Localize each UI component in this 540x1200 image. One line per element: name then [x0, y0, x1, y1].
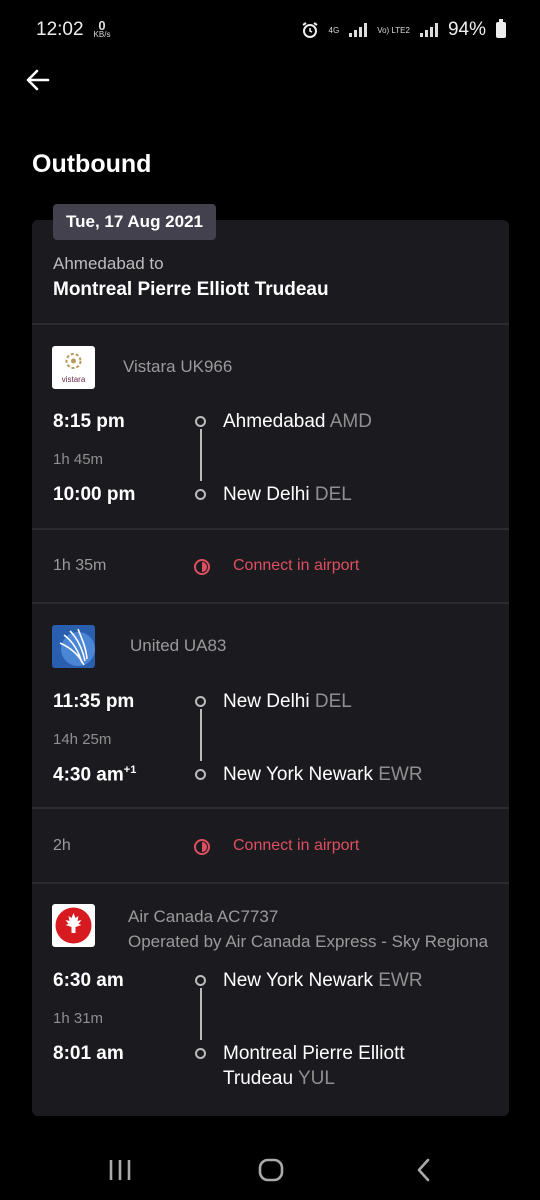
alarm-icon: [301, 22, 318, 38]
svg-text:vistara: vistara: [62, 375, 86, 384]
clock-icon: [194, 559, 210, 575]
day-offset: +1: [123, 764, 137, 776]
itinerary-card: Ahmedabad to Montreal Pierre Elliott Tru…: [32, 220, 509, 1116]
signal-icon-2: [419, 23, 438, 37]
flight-duration: 14h 25m: [53, 731, 112, 748]
arrival-dot: [195, 489, 206, 500]
status-time: 12:02: [36, 19, 84, 40]
air-canada-logo: [52, 904, 95, 947]
divider: [32, 882, 509, 884]
departure-time: 11:35 pm: [53, 691, 135, 712]
departure-dot: [195, 975, 206, 986]
departure-time: 8:15 pm: [53, 411, 125, 432]
arrival-airport: New York Newark EWR: [223, 764, 423, 785]
layover-duration: 1h 35m: [53, 557, 107, 574]
connect-in-airport-link[interactable]: Connect in airport: [233, 837, 359, 855]
departure-dot: [195, 696, 206, 707]
layover-duration: 2h: [53, 837, 71, 854]
back-arrow-icon[interactable]: [24, 66, 52, 94]
signal-icon: [349, 23, 368, 37]
flight-duration: 1h 31m: [53, 1010, 104, 1027]
recent-apps-icon[interactable]: [90, 1130, 150, 1200]
clock-icon: [194, 839, 210, 855]
vistara-logo: vistara: [52, 346, 95, 389]
flight-duration: 1h 45m: [53, 451, 104, 468]
divider: [32, 323, 509, 325]
battery-icon: [496, 19, 506, 38]
arrival-dot: [195, 1048, 206, 1059]
home-icon[interactable]: [241, 1130, 301, 1200]
departure-airport: New Delhi DEL: [223, 691, 352, 712]
arrival-time: 8:01 am: [53, 1043, 124, 1064]
departure-airport: Ahmedabad AMD: [223, 411, 372, 432]
page-title: Outbound: [32, 150, 152, 178]
arrival-airport: New Delhi DEL: [223, 484, 352, 505]
departure-dot: [195, 416, 206, 427]
route-line: [200, 429, 202, 481]
departure-airport: New York Newark EWR: [223, 970, 423, 991]
route-line: [200, 709, 202, 761]
date-badge: Tue, 17 Aug 2021: [53, 204, 216, 240]
route-destination: Montreal Pierre Elliott Trudeau: [53, 279, 329, 300]
operated-by: Operated by Air Canada Express - Sky Reg…: [128, 932, 489, 951]
airline-name: Vistara UK966: [123, 357, 233, 376]
network-speed: 0 KB/s: [93, 18, 111, 39]
airline-name: United UA83: [130, 636, 227, 655]
divider: [32, 807, 509, 809]
status-bar: 12:02 0 KB/s 4G Vo) LTE2 94%: [0, 0, 540, 60]
departure-time: 6:30 am: [53, 970, 124, 991]
arrival-time: 10:00 pm: [53, 484, 136, 505]
lte-indicator: Vo) LTE2: [377, 25, 410, 35]
divider: [32, 602, 509, 604]
arrival-airport: Montreal Pierre Elliott Trudeau YUL: [223, 1043, 405, 1089]
divider: [32, 528, 509, 530]
nav-back-icon[interactable]: [393, 1130, 453, 1200]
arrival-time: 4:30 am+1: [53, 764, 137, 786]
arrival-dot: [195, 769, 206, 780]
airline-name: Air Canada AC7737: [128, 907, 279, 926]
connect-in-airport-link[interactable]: Connect in airport: [233, 557, 359, 575]
route-line: [200, 988, 202, 1040]
route-origin: Ahmedabad to: [53, 254, 164, 273]
battery-percent: 94%: [447, 19, 486, 40]
united-logo: [52, 625, 95, 668]
system-nav-bar: [0, 1130, 540, 1200]
network-type: 4G: [328, 25, 340, 35]
